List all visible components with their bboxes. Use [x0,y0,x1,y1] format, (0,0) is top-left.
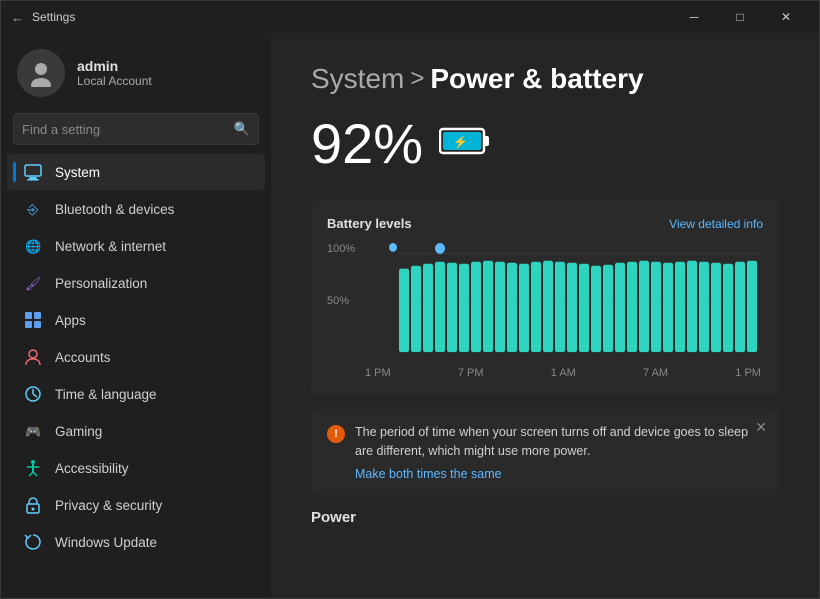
search-icon: 🔍 [234,121,250,137]
system-icon [23,162,43,182]
sidebar-item-time[interactable]: Time & language [7,376,265,412]
x-label-1pm: 1 PM [365,367,391,379]
svg-text:🌐: 🌐 [25,239,41,254]
avatar [17,49,65,97]
search-input[interactable] [22,122,234,137]
chart-header: Battery levels View detailed info [327,216,763,231]
sidebar-item-privacy[interactable]: Privacy & security [7,487,265,523]
x-label-1pm-end: 1 PM [735,367,761,379]
user-info: admin Local Account [77,58,152,88]
window-title: Settings [32,10,75,24]
chart-area: 100% 50% 0% [327,243,763,363]
battery-chart-section: Battery levels View detailed info 100% 5… [311,200,779,395]
sidebar-item-bluetooth[interactable]: ⎆ Bluetooth & devices [7,191,265,227]
system-label: System [55,165,100,180]
user-type: Local Account [77,74,152,88]
minimize-button[interactable]: ─ [671,1,717,33]
windows-update-label: Windows Update [55,535,157,550]
windows-update-icon [23,532,43,552]
breadcrumb: System > Power & battery [311,63,779,95]
battery-display: 92% ⚡ [311,111,779,176]
sidebar-item-accessibility[interactable]: Accessibility [7,450,265,486]
sidebar-item-windows-update[interactable]: Windows Update [7,524,265,560]
nav-list: System ⎆ Bluetooth & devices 🌐 Network & int… [1,153,271,561]
gaming-icon: 🎮 [23,421,43,441]
maximize-button[interactable]: □ [717,1,763,33]
sidebar-item-network[interactable]: 🌐 Network & internet [7,228,265,264]
alert-action-link[interactable]: Make both times the same [355,467,763,481]
gaming-label: Gaming [55,424,102,439]
personalization-icon: 🖌 [23,273,43,293]
active-indicator [13,162,16,182]
user-profile[interactable]: admin Local Account [1,33,271,109]
time-icon [23,384,43,404]
breadcrumb-sep: > [410,65,424,93]
svg-text:🖌: 🖌 [25,276,42,291]
chart-title: Battery levels [327,216,412,231]
chart-labels: 1 PM 7 PM 1 AM 7 AM 1 PM [327,367,763,379]
sidebar-item-gaming[interactable]: 🎮 Gaming [7,413,265,449]
x-label-7am: 7 AM [643,367,668,379]
close-button[interactable]: ✕ [763,1,809,33]
bluetooth-label: Bluetooth & devices [55,202,174,217]
sidebar-item-accounts[interactable]: Accounts [7,339,265,375]
y-label-100: 100% [327,243,355,255]
privacy-icon [23,495,43,515]
titlebar-left: ← Settings [11,10,75,25]
battery-chart-svg [327,243,763,363]
apps-label: Apps [55,313,86,328]
accounts-label: Accounts [55,350,111,365]
apps-icon [23,310,43,330]
y-label-50: 50% [327,295,355,307]
alert-close-button[interactable]: ✕ [755,419,767,436]
titlebar: ← Settings ─ □ ✕ [1,1,819,33]
privacy-label: Privacy & security [55,498,162,513]
battery-icon: ⚡ [439,123,491,165]
accounts-icon [23,347,43,367]
view-detailed-link[interactable]: View detailed info [669,217,763,231]
sidebar: admin Local Account 🔍 System ⎆ Bluetooth &… [1,33,271,598]
alert-message: The period of time when your screen turn… [355,425,748,458]
bluetooth-icon: ⎆ [23,199,43,219]
alert-text: The period of time when your screen turn… [355,423,763,481]
accessibility-label: Accessibility [55,461,129,476]
main-content: System > Power & battery 92% ⚡ [271,33,819,598]
x-label-1am: 1 AM [551,367,576,379]
sidebar-item-system[interactable]: System [7,154,265,190]
alert-icon: ! [327,425,345,443]
battery-percent: 92% [311,111,423,176]
svg-text:⚡: ⚡ [453,135,468,149]
personalization-label: Personalization [55,276,147,291]
sidebar-item-apps[interactable]: Apps [7,302,265,338]
content-area: admin Local Account 🔍 System ⎆ Bluetooth &… [1,33,819,598]
accessibility-icon [23,458,43,478]
breadcrumb-parent: System [311,63,404,95]
network-icon: 🌐 [23,236,43,256]
alert-banner: ! The period of time when your screen tu… [311,409,779,495]
username: admin [77,58,152,74]
power-section-title: Power [311,509,779,526]
svg-text:⎆: ⎆ [27,201,39,217]
x-label-7pm: 7 PM [458,367,484,379]
network-label: Network & internet [55,239,166,254]
sidebar-item-personalization[interactable]: 🖌 Personalization [7,265,265,301]
breadcrumb-current: Power & battery [430,63,643,95]
settings-window: ← Settings ─ □ ✕ admin Local Account [0,0,820,599]
search-box[interactable]: 🔍 [13,113,259,145]
window-controls: ─ □ ✕ [671,1,809,33]
svg-text:🎮: 🎮 [25,424,41,439]
time-label: Time & language [55,387,157,402]
back-button[interactable]: ← [11,10,24,25]
